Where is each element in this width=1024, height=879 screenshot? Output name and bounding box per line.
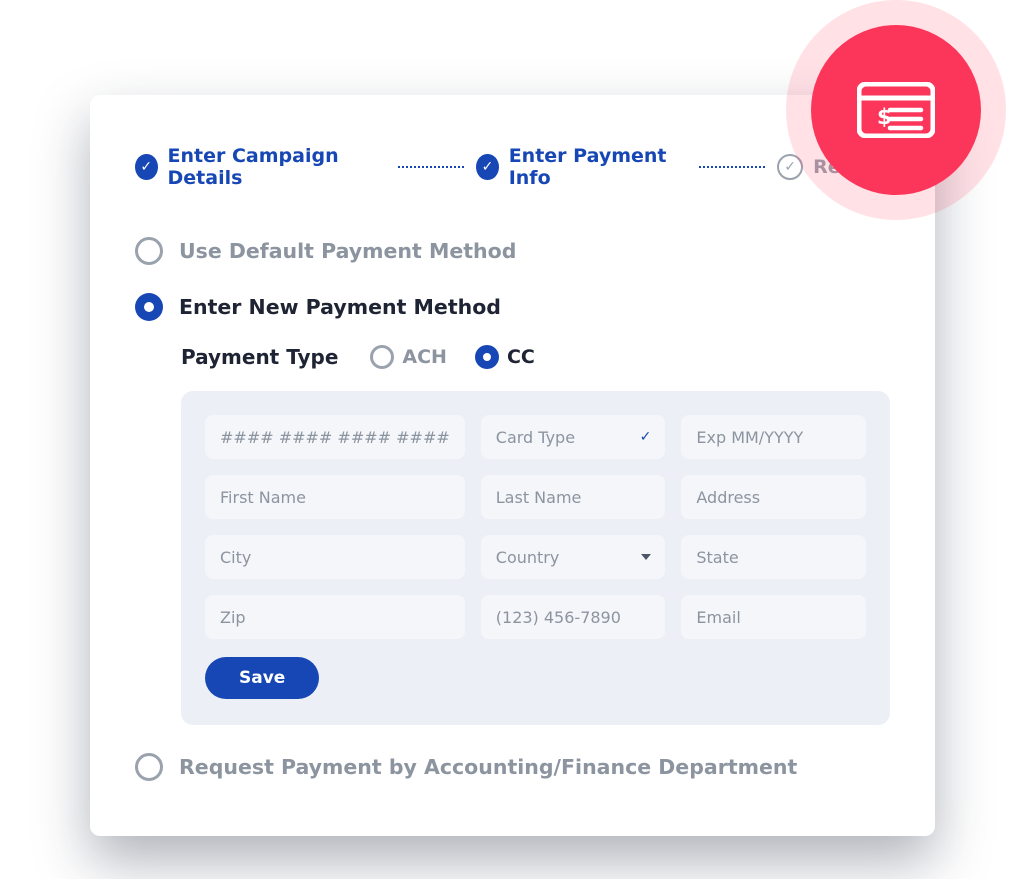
- email-input[interactable]: Email: [681, 595, 866, 639]
- payment-badge: $: [811, 25, 981, 195]
- checkmark-icon: ✓: [135, 154, 158, 180]
- option-use-default[interactable]: Use Default Payment Method: [135, 237, 890, 265]
- radio-icon: [475, 345, 499, 369]
- address-input[interactable]: Address: [681, 475, 866, 519]
- wizard-stepper: ✓ Enter Campaign Details ✓ Enter Payment…: [135, 145, 890, 189]
- radio-icon: [135, 237, 163, 265]
- radio-icon: [135, 753, 163, 781]
- step-connector: [699, 166, 765, 168]
- payment-type-label: Payment Type: [181, 345, 338, 369]
- new-payment-section: Payment Type ACH CC #### #### #### #### …: [181, 345, 890, 725]
- first-name-input[interactable]: First Name: [205, 475, 465, 519]
- step-connector: [398, 166, 464, 168]
- card-number-input[interactable]: #### #### #### ####: [205, 415, 465, 459]
- card-type-select[interactable]: Card Type ✓: [481, 415, 666, 459]
- payment-type-ach[interactable]: ACH: [370, 345, 447, 369]
- credit-card-form: #### #### #### #### Card Type ✓ Exp MM/Y…: [181, 391, 890, 725]
- checkmark-icon: ✓: [640, 429, 652, 445]
- card-dollar-icon: $: [857, 82, 935, 138]
- save-button[interactable]: Save: [205, 657, 319, 699]
- option-label: Request Payment by Accounting/Finance De…: [179, 755, 797, 779]
- state-input[interactable]: State: [681, 535, 866, 579]
- option-label: Use Default Payment Method: [179, 239, 516, 263]
- step-campaign-details[interactable]: ✓ Enter Campaign Details: [135, 145, 386, 189]
- step-payment-info[interactable]: ✓ Enter Payment Info: [476, 145, 687, 189]
- city-input[interactable]: City: [205, 535, 465, 579]
- payment-type-cc[interactable]: CC: [475, 345, 535, 369]
- zip-input[interactable]: Zip: [205, 595, 465, 639]
- option-request-department[interactable]: Request Payment by Accounting/Finance De…: [135, 753, 890, 781]
- payment-card: ✓ Enter Campaign Details ✓ Enter Payment…: [90, 95, 935, 836]
- option-enter-new[interactable]: Enter New Payment Method: [135, 293, 890, 321]
- country-select[interactable]: Country: [481, 535, 666, 579]
- payment-type-option-label: CC: [507, 346, 535, 368]
- option-label: Enter New Payment Method: [179, 295, 501, 319]
- radio-icon: [370, 345, 394, 369]
- step-label: Enter Campaign Details: [168, 145, 387, 189]
- payment-type-option-label: ACH: [402, 346, 447, 368]
- step-label: Enter Payment Info: [509, 145, 687, 189]
- payment-type-row: Payment Type ACH CC: [181, 345, 890, 369]
- checkmark-icon: ✓: [476, 154, 498, 180]
- phone-input[interactable]: (123) 456-7890: [481, 595, 666, 639]
- payment-badge-halo: $: [786, 0, 1006, 220]
- radio-icon: [135, 293, 163, 321]
- exp-input[interactable]: Exp MM/YYYY: [681, 415, 866, 459]
- chevron-down-icon: [641, 554, 651, 560]
- last-name-input[interactable]: Last Name: [481, 475, 666, 519]
